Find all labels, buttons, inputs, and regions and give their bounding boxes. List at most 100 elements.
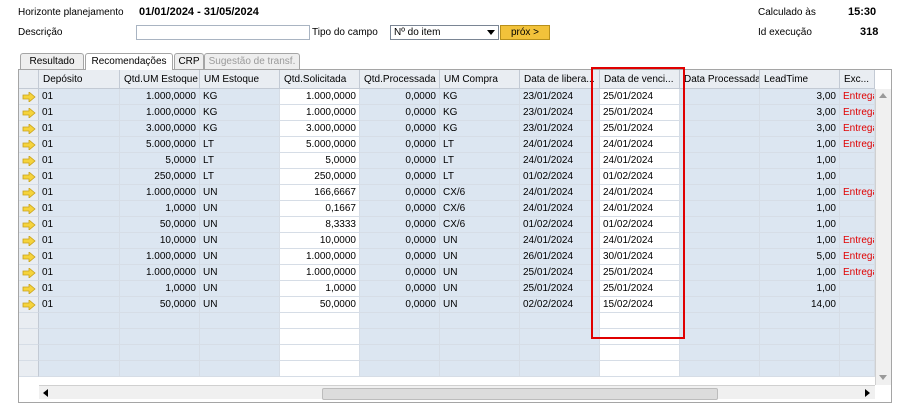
- row-header[interactable]: [19, 265, 39, 281]
- column-header-qtd-um-estoque[interactable]: Qtd.UM Estoque: [120, 70, 200, 89]
- cell-data-vencimento[interactable]: 24/01/2024: [600, 137, 680, 153]
- cell-data-vencimento[interactable]: 24/01/2024: [600, 233, 680, 249]
- link-arrow-icon[interactable]: [22, 124, 36, 134]
- cell-qtd-solicitada[interactable]: 50,0000: [280, 297, 360, 313]
- scroll-right-icon[interactable]: [865, 389, 870, 397]
- column-header-qtd-processada[interactable]: Qtd.Processada: [360, 70, 440, 89]
- column-header-um-estoque[interactable]: UM Estoque: [200, 70, 280, 89]
- empty-cell[interactable]: [280, 329, 360, 345]
- cell-qtd-solicitada[interactable]: 1,0000: [280, 281, 360, 297]
- row-header[interactable]: [19, 249, 39, 265]
- tab-recomendacoes[interactable]: Recomendações: [85, 53, 173, 70]
- empty-cell: [440, 345, 520, 361]
- row-header[interactable]: [19, 329, 39, 345]
- descricao-input[interactable]: [136, 25, 310, 40]
- row-header[interactable]: [19, 185, 39, 201]
- horizontal-scroll-thumb[interactable]: [322, 388, 718, 400]
- scroll-left-icon[interactable]: [43, 389, 48, 397]
- empty-cell[interactable]: [280, 361, 360, 377]
- link-arrow-icon[interactable]: [22, 188, 36, 198]
- row-header[interactable]: [19, 137, 39, 153]
- column-header-excecao[interactable]: Exc...: [840, 70, 875, 89]
- horizontal-scrollbar[interactable]: [39, 385, 875, 400]
- scroll-down-icon[interactable]: [879, 375, 887, 380]
- link-arrow-icon[interactable]: [22, 220, 36, 230]
- row-header[interactable]: [19, 217, 39, 233]
- row-header[interactable]: [19, 281, 39, 297]
- tab-crp[interactable]: CRP: [174, 53, 204, 69]
- cell-qtd-solicitada[interactable]: 5,0000: [280, 153, 360, 169]
- row-header[interactable]: [19, 233, 39, 249]
- cell-data-vencimento[interactable]: 30/01/2024: [600, 249, 680, 265]
- link-arrow-icon[interactable]: [22, 92, 36, 102]
- empty-cell[interactable]: [600, 345, 680, 361]
- prox-button[interactable]: próx >: [500, 25, 550, 40]
- row-header[interactable]: [19, 297, 39, 313]
- link-arrow-icon[interactable]: [22, 156, 36, 166]
- empty-cell[interactable]: [280, 345, 360, 361]
- link-arrow-icon[interactable]: [22, 252, 36, 262]
- cell-qtd-solicitada[interactable]: 166,6667: [280, 185, 360, 201]
- link-arrow-icon[interactable]: [22, 284, 36, 294]
- cell-qtd-solicitada[interactable]: 3.000,0000: [280, 121, 360, 137]
- empty-cell: [840, 313, 875, 329]
- cell-data-vencimento[interactable]: 25/01/2024: [600, 89, 680, 105]
- cell-qtd-solicitada[interactable]: 10,0000: [280, 233, 360, 249]
- link-arrow-icon[interactable]: [22, 236, 36, 246]
- chevron-down-icon: [487, 30, 495, 35]
- cell-data-vencimento[interactable]: 01/02/2024: [600, 217, 680, 233]
- empty-cell[interactable]: [600, 361, 680, 377]
- cell-qtd-solicitada[interactable]: 1.000,0000: [280, 89, 360, 105]
- row-header[interactable]: [19, 313, 39, 329]
- link-arrow-icon[interactable]: [22, 300, 36, 310]
- empty-cell[interactable]: [600, 313, 680, 329]
- cell-data-vencimento[interactable]: 24/01/2024: [600, 185, 680, 201]
- cell-qtd-processada: 0,0000: [360, 297, 440, 313]
- tab-resultado[interactable]: Resultado: [20, 53, 84, 69]
- link-arrow-icon[interactable]: [22, 268, 36, 278]
- cell-qtd-solicitada[interactable]: 5.000,0000: [280, 137, 360, 153]
- cell-data-vencimento[interactable]: 25/01/2024: [600, 121, 680, 137]
- column-header-data-liberacao[interactable]: Data de libera...: [520, 70, 600, 89]
- cell-data-vencimento[interactable]: 25/01/2024: [600, 265, 680, 281]
- cell-data-vencimento[interactable]: 15/02/2024: [600, 297, 680, 313]
- link-arrow-icon[interactable]: [22, 140, 36, 150]
- cell-data-vencimento[interactable]: 24/01/2024: [600, 153, 680, 169]
- tipo-campo-select[interactable]: Nº do item: [390, 25, 499, 40]
- cell-qtd-solicitada[interactable]: 0,1667: [280, 201, 360, 217]
- column-header-um-compra[interactable]: UM Compra: [440, 70, 520, 89]
- column-header-deposito[interactable]: Depósito: [39, 70, 120, 89]
- cell-qtd-solicitada[interactable]: 8,3333: [280, 217, 360, 233]
- link-arrow-icon[interactable]: [22, 204, 36, 214]
- row-header[interactable]: [19, 345, 39, 361]
- scroll-up-icon[interactable]: [879, 93, 887, 98]
- column-header-qtd-solicitada[interactable]: Qtd.Solicitada: [280, 70, 360, 89]
- cell-um-compra: CX/6: [440, 217, 520, 233]
- row-header[interactable]: [19, 153, 39, 169]
- row-header[interactable]: [19, 361, 39, 377]
- id-execucao-label: Id execução: [758, 27, 812, 38]
- cell-qtd-solicitada[interactable]: 1.000,0000: [280, 249, 360, 265]
- cell-data-vencimento[interactable]: 25/01/2024: [600, 281, 680, 297]
- column-header-data-vencimento[interactable]: Data de venci...: [600, 70, 680, 89]
- cell-data-vencimento[interactable]: 25/01/2024: [600, 105, 680, 121]
- row-header[interactable]: [19, 121, 39, 137]
- row-header[interactable]: [19, 105, 39, 121]
- link-arrow-icon[interactable]: [22, 108, 36, 118]
- column-header-leadtime[interactable]: LeadTime: [760, 70, 840, 89]
- cell-qtd-solicitada[interactable]: 1.000,0000: [280, 265, 360, 281]
- empty-cell[interactable]: [600, 329, 680, 345]
- cell-qtd-solicitada[interactable]: 250,0000: [280, 169, 360, 185]
- cell-deposito: 01: [39, 169, 120, 185]
- link-arrow-icon[interactable]: [22, 172, 36, 182]
- row-header[interactable]: [19, 169, 39, 185]
- row-header[interactable]: [19, 201, 39, 217]
- column-header-data-processada[interactable]: Data Processada: [680, 70, 760, 89]
- cell-data-vencimento[interactable]: 01/02/2024: [600, 169, 680, 185]
- cell-leadtime: 1,00: [760, 153, 840, 169]
- vertical-scrollbar[interactable]: [875, 89, 891, 385]
- row-header[interactable]: [19, 89, 39, 105]
- cell-data-vencimento[interactable]: 24/01/2024: [600, 201, 680, 217]
- empty-cell[interactable]: [280, 313, 360, 329]
- cell-qtd-solicitada[interactable]: 1.000,0000: [280, 105, 360, 121]
